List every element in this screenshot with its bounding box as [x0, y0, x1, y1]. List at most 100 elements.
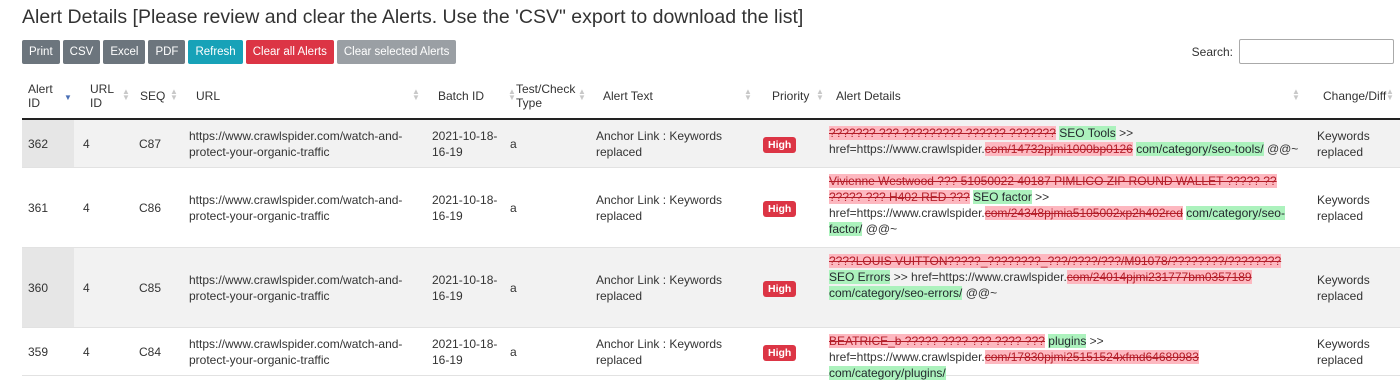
- sort-icon[interactable]: ▲ ▼: [816, 88, 824, 102]
- added-href: com/category/seo-errors/: [829, 286, 963, 300]
- sort-icon[interactable]: ▲ ▼: [744, 88, 752, 102]
- refresh-button[interactable]: Refresh: [188, 40, 243, 64]
- added-href: com/category/seo-tools/: [1136, 142, 1264, 156]
- url-id-cell: 4: [83, 137, 90, 151]
- removed-href: com/14732pjmi1000bp0126: [984, 142, 1133, 156]
- header-label: URL: [196, 89, 221, 103]
- header-label: SEQ: [140, 89, 166, 103]
- header-label: URL ID: [90, 82, 114, 110]
- header-alert-details[interactable]: Alert Details: [836, 72, 936, 120]
- priority-cell: High: [763, 136, 823, 153]
- sort-icon[interactable]: ▲ ▼: [122, 88, 130, 102]
- header-change-diff[interactable]: Change/Diff: [1323, 72, 1387, 120]
- pdf-button[interactable]: PDF: [148, 40, 186, 64]
- table-body: 362 4 C87 https://www.crawlspider.com/watch…: [22, 120, 1400, 380]
- priority-cell: High: [763, 280, 823, 297]
- clear-all-alerts-button[interactable]: Clear all Alerts: [245, 40, 334, 64]
- url-id-cell: 4: [83, 345, 90, 359]
- href-prefix: href=https://www.crawlspider.: [829, 206, 985, 220]
- table-row[interactable]: 359 4 C84 https://www.crawlspider.com/watch…: [22, 328, 1400, 380]
- added-href: com/category/plugins/: [829, 366, 946, 380]
- alert-id-cell: 361: [28, 201, 49, 215]
- alert-details-cell: ??????? ??? ????????? ?????? ??????? SEO…: [829, 125, 1309, 157]
- seq-cell: C87: [139, 137, 162, 151]
- priority-cell: High: [763, 344, 823, 361]
- search-box: Search:: [1192, 39, 1394, 64]
- table-header: Alert ID▲▼URL ID▲▼SEQ▲▼URL▲▼Batch ID▲▼Te…: [22, 72, 1400, 120]
- url-cell: https://www.crawlspider.com/watch-and-pr…: [189, 193, 403, 223]
- removed-text: Vivienne Westwood ??? 51050022 40187 PIM…: [829, 174, 1277, 204]
- priority-high-badge: High: [763, 345, 797, 361]
- url-cell: https://www.crawlspider.com/watch-and-pr…: [189, 129, 403, 159]
- change-diff-cell: Keywords replaced: [1317, 337, 1370, 367]
- batch-id-cell: 2021-10-18-16-19: [432, 129, 498, 159]
- added-text: plugins: [1048, 334, 1087, 348]
- header-label: Batch ID: [438, 89, 485, 103]
- href-prefix: href=https://www.crawlspider.: [829, 142, 985, 156]
- alert-id-cell: 360: [28, 281, 49, 295]
- alert-id-cell: 362: [28, 137, 49, 151]
- sort-desc-icon[interactable]: ▲▼: [64, 89, 72, 102]
- priority-high-badge: High: [763, 137, 797, 153]
- search-input[interactable]: [1239, 39, 1394, 64]
- url-id-cell: 4: [83, 281, 90, 295]
- type-cell: a: [510, 137, 517, 151]
- table-row[interactable]: 361 4 C86 https://www.crawlspider.com/watch…: [22, 168, 1400, 248]
- sort-icon[interactable]: ▲ ▼: [170, 88, 178, 102]
- header-seq[interactable]: SEQ: [140, 72, 170, 120]
- seq-cell: C85: [139, 281, 162, 295]
- clear-selected-alerts-button[interactable]: Clear selected Alerts: [336, 40, 457, 64]
- sort-icon[interactable]: ▲ ▼: [578, 88, 586, 102]
- header-label: Change/Diff: [1323, 89, 1387, 103]
- details-suffix: @@~: [865, 222, 898, 236]
- added-text: SEO Errors: [829, 270, 891, 284]
- alert-id-cell: 359: [28, 345, 49, 359]
- removed-text: BEATRICE_b ????? ???? ??? ???? ???: [829, 334, 1045, 348]
- arrow-text: >>: [893, 270, 908, 284]
- removed-href: com/24014pjmi231777bm0357189: [1066, 270, 1252, 284]
- sort-icon[interactable]: ▲ ▼: [508, 88, 516, 102]
- removed-text: ????LOUIS VUITTON?????_????????_???/????…: [829, 254, 1282, 268]
- header-batch-id[interactable]: Batch ID: [438, 72, 508, 120]
- removed-href: com/24348pjmia5105002xp2h402red: [984, 206, 1183, 220]
- table-row[interactable]: 362 4 C87 https://www.crawlspider.com/watch…: [22, 120, 1400, 168]
- header-alert-text[interactable]: Alert Text: [603, 72, 703, 120]
- csv-button[interactable]: CSV: [62, 40, 101, 64]
- change-diff-cell: Keywords replaced: [1317, 129, 1370, 159]
- alert-details-cell: ????LOUIS VUITTON?????_????????_???/????…: [829, 253, 1309, 301]
- header-label: Alert Text: [603, 89, 653, 103]
- export-toolbar: Print CSV Excel PDF Refresh Clear all Al…: [22, 40, 457, 64]
- alert-text-cell: Anchor Link : Keywords replaced: [596, 193, 723, 223]
- url-cell: https://www.crawlspider.com/watch-and-pr…: [189, 337, 403, 367]
- arrow-text: >>: [1035, 190, 1050, 204]
- table-row[interactable]: 360 4 C85 https://www.crawlspider.com/watch…: [22, 248, 1400, 328]
- url-cell: https://www.crawlspider.com/watch-and-pr…: [189, 273, 403, 303]
- removed-href: com/17830pjmi25151524xfmd64689983: [984, 350, 1199, 364]
- header-url[interactable]: URL: [196, 72, 396, 120]
- print-button[interactable]: Print: [22, 40, 60, 64]
- added-text: SEO factor: [973, 190, 1032, 204]
- page-title: Alert Details [Please review and clear t…: [22, 6, 804, 28]
- header-label: Alert Details: [836, 89, 901, 103]
- removed-text: ??????? ??? ????????? ?????? ???????: [829, 126, 1056, 140]
- header-alert-id[interactable]: Alert ID: [28, 72, 58, 120]
- href-prefix: href=https://www.crawlspider.: [911, 270, 1067, 284]
- header-label: Alert ID: [28, 82, 53, 110]
- alert-text-cell: Anchor Link : Keywords replaced: [596, 273, 723, 303]
- type-cell: a: [510, 281, 517, 295]
- sort-icon[interactable]: ▲ ▼: [1386, 88, 1394, 102]
- header-url-id[interactable]: URL ID: [90, 72, 116, 120]
- seq-cell: C84: [139, 345, 162, 359]
- priority-high-badge: High: [763, 281, 797, 297]
- header-test-check-type[interactable]: Test/Check Type: [516, 72, 578, 120]
- arrow-text: >>: [1119, 126, 1134, 140]
- details-suffix: @@~: [965, 286, 998, 300]
- batch-id-cell: 2021-10-18-16-19: [432, 273, 498, 303]
- seq-cell: C86: [139, 201, 162, 215]
- excel-button[interactable]: Excel: [103, 40, 146, 64]
- sort-icon[interactable]: ▲ ▼: [412, 88, 420, 102]
- type-cell: a: [510, 345, 517, 359]
- sort-icon[interactable]: ▲ ▼: [1292, 88, 1300, 102]
- header-priority[interactable]: Priority: [772, 72, 822, 120]
- url-id-cell: 4: [83, 201, 90, 215]
